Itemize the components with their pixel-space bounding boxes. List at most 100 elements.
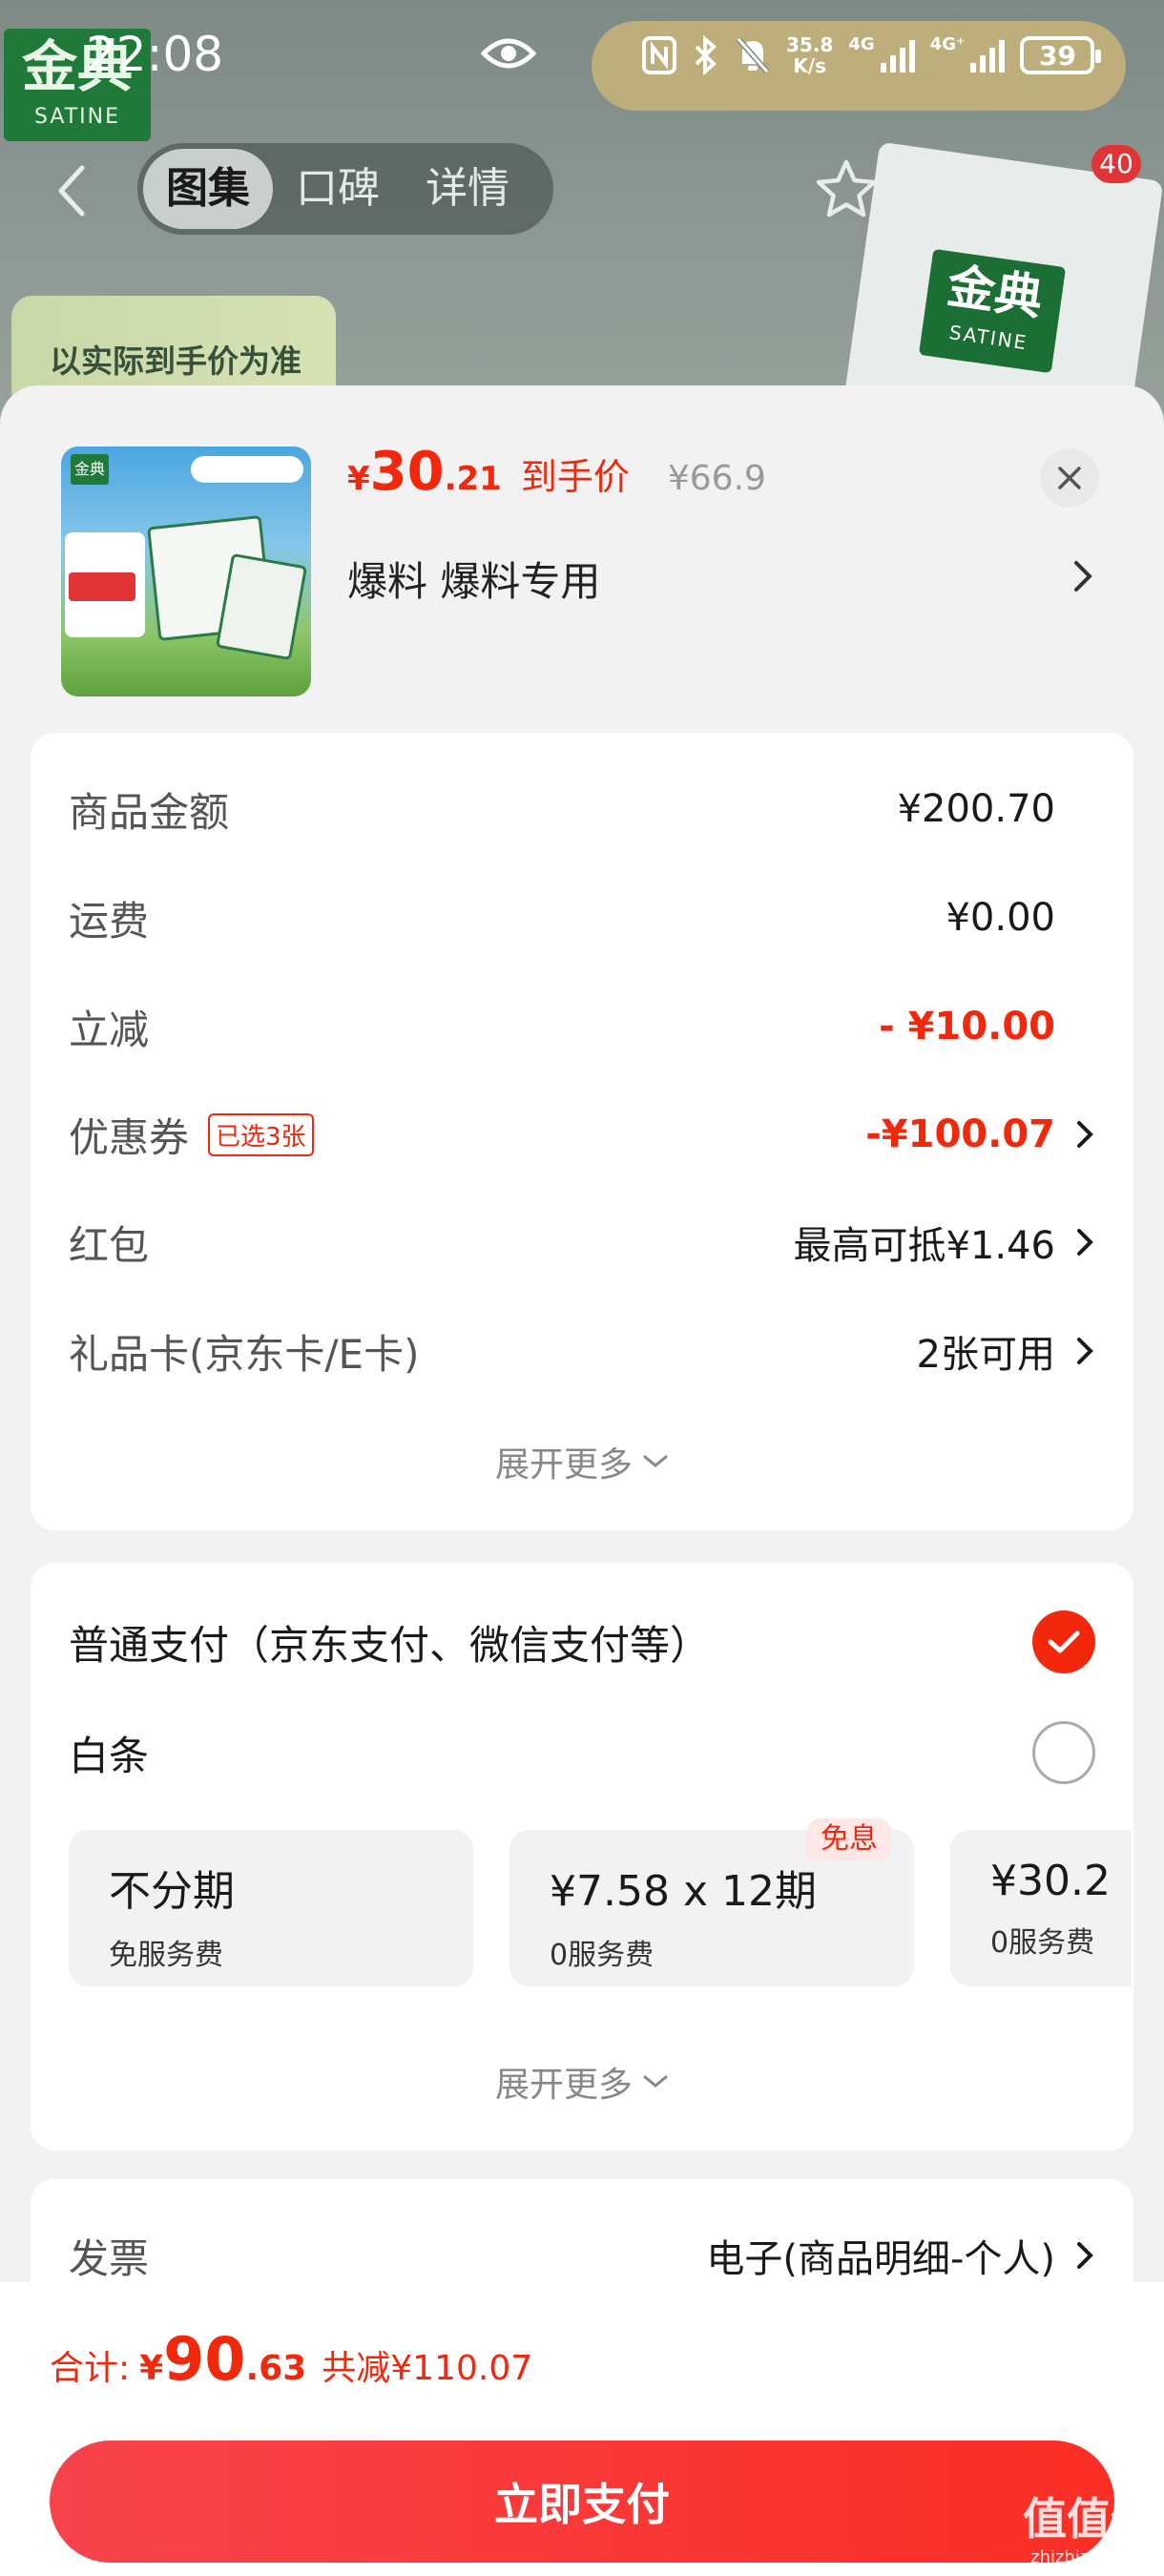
- installment-plans: 不分期 免服务费 ¥7.58 x 12期 0服务费 ¥30.2 0服务费: [69, 1830, 1132, 1992]
- payment-option-baitiao[interactable]: 白条: [69, 1710, 1095, 1796]
- bell-muted-icon: [736, 37, 770, 73]
- thumb-promo-price: [69, 572, 135, 601]
- plan-sub: 0服务费: [550, 1939, 655, 1972]
- payment-method-card: 普通支付（京东支付、微信支付等） 白条 不分期 免服务费 ¥7.58 x 12期…: [31, 1563, 1133, 2150]
- chevron-right-icon[interactable]: [1070, 557, 1095, 595]
- plan-main: 不分期: [109, 1867, 235, 1916]
- back-icon[interactable]: [53, 162, 92, 219]
- checkout-sheet: 金典 ¥ 30 .21 到手价 ¥66.9 爆料 爆料专用 商品金额 ¥200.…: [0, 385, 1164, 2576]
- coupon-label: 优惠券: [69, 1113, 190, 1161]
- product-box-logo: 金典 SATINE: [918, 248, 1067, 374]
- free-interest-badge: 免息: [807, 1818, 891, 1860]
- net-type-1: 4G: [848, 33, 875, 54]
- summary-row-shipping: 运费 ¥0.00: [69, 880, 1095, 956]
- shipping-value: ¥0.00: [946, 896, 1055, 940]
- red-packet-value: 最高可抵¥1.46: [793, 1224, 1055, 1268]
- battery-icon: 39: [1020, 36, 1102, 74]
- status-time: 22:08: [86, 27, 224, 82]
- net-speed-unit: K/s: [793, 54, 827, 77]
- pay-now-button[interactable]: 立即支付: [50, 2441, 1114, 2563]
- summary-row-instant-discount: 立减 - ¥10.00: [69, 988, 1095, 1065]
- thumb-milk-box-2: [215, 552, 308, 661]
- close-icon: [1058, 467, 1081, 489]
- subtotal-label: 商品金额: [69, 788, 230, 836]
- thumb-badge: [191, 456, 303, 483]
- radio-unchecked-icon[interactable]: [1032, 1721, 1095, 1784]
- order-total: 合计: ¥ 90 .63 共减¥110.07: [50, 2324, 532, 2394]
- product-thumbnail: 金典: [61, 447, 311, 696]
- plan-no-installment[interactable]: 不分期 免服务费: [69, 1830, 473, 1986]
- watermark-main: 值值值: [1023, 2493, 1154, 2545]
- status-icons: 35.8 K/s 4G 4G⁺ 39: [641, 29, 1102, 82]
- plan-sub: 免服务费: [109, 1939, 223, 1972]
- total-integer: 90: [163, 2324, 246, 2394]
- total-saving: 共减¥110.07: [322, 2349, 533, 2388]
- price-decimal: .21: [444, 460, 502, 498]
- chevron-right-icon: [1077, 1229, 1093, 1256]
- expand-more-payment[interactable]: 展开更多: [31, 2053, 1133, 2110]
- summary-row-coupon[interactable]: 优惠券 已选3张 -¥100.07: [69, 1096, 1095, 1173]
- net-type-2: 4G⁺: [929, 33, 966, 54]
- shipping-label: 运费: [69, 897, 150, 945]
- expand-more-label: 展开更多: [494, 2066, 633, 2105]
- chevron-down-icon: [643, 1455, 668, 1467]
- price-symbol: ¥: [347, 460, 370, 498]
- total-decimal: .63: [245, 2349, 307, 2388]
- chevron-down-icon: [643, 2075, 668, 2088]
- tab-gallery[interactable]: 图集: [143, 149, 273, 229]
- share-icon[interactable]: [925, 160, 992, 219]
- price-integer: 30: [369, 441, 445, 503]
- subtotal-value: ¥200.70: [897, 787, 1055, 831]
- summary-row-subtotal: 商品金额 ¥200.70: [69, 771, 1095, 847]
- chevron-right-icon: [1077, 1121, 1093, 1148]
- plan-main: ¥30.2: [990, 1857, 1111, 1905]
- tab-details[interactable]: 详情: [403, 149, 532, 229]
- price-summary-card: 商品金额 ¥200.70 运费 ¥0.00 立减 - ¥10.00 优惠券 已选…: [31, 733, 1133, 1530]
- status-bar: 22:08 35.8 K/s 4G 4G⁺ 39: [0, 0, 1164, 114]
- total-label: 合计:: [50, 2349, 131, 2388]
- instant-discount-label: 立减: [69, 1006, 150, 1053]
- favorite-star-icon[interactable]: [813, 156, 880, 223]
- gift-card-value: 2张可用: [916, 1333, 1055, 1377]
- chevron-right-icon: [1077, 1338, 1093, 1364]
- payment-option-baitiao-label: 白条: [69, 1732, 150, 1779]
- net-speed-value: 35.8: [786, 33, 834, 56]
- price-row: ¥ 30 .21 到手价 ¥66.9: [347, 441, 766, 503]
- payment-option-normal-label: 普通支付（京东支付、微信支付等）: [69, 1621, 711, 1669]
- thumb-brand-logo: 金典: [71, 454, 109, 485]
- plan-other[interactable]: ¥30.2 0服务费: [950, 1830, 1132, 1986]
- coupon-selected-tag: 已选3张: [208, 1112, 314, 1156]
- eye-icon: [481, 38, 536, 69]
- final-price-tag: 到手价: [520, 456, 630, 498]
- signal-icon-1: [880, 38, 915, 73]
- invoice-label: 发票: [69, 2234, 150, 2282]
- net-speed: 35.8 K/s: [786, 34, 833, 76]
- radio-checked-icon[interactable]: [1032, 1610, 1095, 1673]
- instant-discount-value: - ¥10.00: [879, 1005, 1055, 1049]
- gift-card-label: 礼品卡(京东卡/E卡): [69, 1330, 420, 1378]
- product-spec[interactable]: 爆料 爆料专用: [347, 550, 600, 608]
- chevron-right-icon: [1077, 2242, 1093, 2269]
- nfc-icon: [642, 36, 676, 74]
- watermark: 值值值 zhizhizhi.com: [1017, 2484, 1160, 2572]
- plan-main: ¥7.58 x 12期: [550, 1867, 817, 1916]
- expand-more-summary[interactable]: 展开更多: [31, 1433, 1133, 1490]
- summary-row-red-packet[interactable]: 红包 最高可抵¥1.46: [69, 1204, 1095, 1280]
- total-symbol: ¥: [139, 2349, 164, 2388]
- payment-option-normal[interactable]: 普通支付（京东支付、微信支付等）: [69, 1599, 1095, 1685]
- original-price: ¥66.9: [667, 459, 766, 498]
- close-button[interactable]: [1040, 448, 1099, 508]
- product-summary[interactable]: 金典 ¥ 30 .21 到手价 ¥66.9 爆料 爆料专用: [0, 385, 1164, 729]
- red-packet-label: 红包: [69, 1221, 150, 1269]
- watermark-sub: zhizhizhi.com: [1030, 2547, 1147, 2567]
- signal-icon-2: [970, 38, 1006, 73]
- tab-reviews[interactable]: 口碑: [273, 149, 403, 229]
- coupon-value: -¥100.07: [865, 1112, 1055, 1156]
- checkmark-icon: [1048, 1631, 1080, 1653]
- message-count-badge: 40: [1091, 145, 1141, 183]
- checkout-footer: 合计: ¥ 90 .63 共减¥110.07 立即支付: [0, 2282, 1164, 2576]
- bluetooth-icon: [695, 35, 717, 75]
- product-tabs: 图集 口碑 详情: [137, 143, 553, 235]
- summary-row-gift-card[interactable]: 礼品卡(京东卡/E卡) 2张可用: [69, 1313, 1095, 1389]
- invoice-value: 电子(商品明细-个人): [706, 2237, 1055, 2281]
